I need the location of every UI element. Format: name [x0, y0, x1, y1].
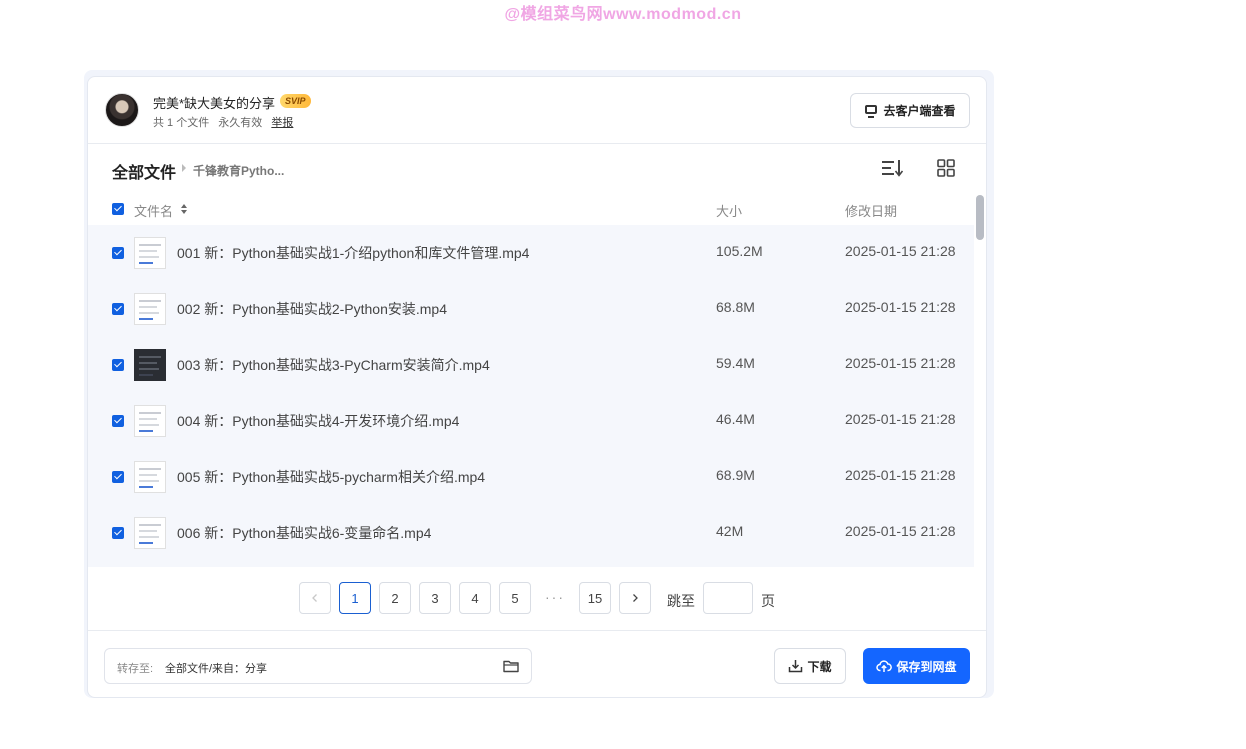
- save-path-label: 转存至:: [117, 663, 154, 675]
- share-panel: 完美*缺大美女的分享 SVIP 共 1 个文件 永久有效 举报 去客户端查看 全…: [87, 76, 987, 698]
- sort-caret-icon[interactable]: [181, 204, 187, 216]
- table-row[interactable]: 004 新：Python基础实战4-开发环境介绍.mp4 46.4M 2025-…: [88, 393, 974, 449]
- file-date: 2025-01-15 21:28: [845, 355, 956, 371]
- breadcrumb-current[interactable]: 千锋教育Pytho...: [193, 162, 284, 179]
- file-size: 46.4M: [716, 411, 755, 427]
- download-icon: [789, 660, 803, 673]
- row-checkbox[interactable]: [112, 247, 124, 259]
- table-header: 文件名 大小 修改日期: [88, 195, 974, 225]
- breadcrumb-separator-icon: [182, 164, 186, 172]
- file-date: 2025-01-15 21:28: [845, 411, 956, 427]
- video-thumbnail: [134, 405, 166, 437]
- file-name[interactable]: 004 新：Python基础实战4-开发环境介绍.mp4: [177, 411, 459, 431]
- row-checkbox[interactable]: [112, 415, 124, 427]
- next-page-button[interactable]: [619, 582, 651, 614]
- table-row[interactable]: 006 新：Python基础实战6-变量命名.mp4 42M 2025-01-1…: [88, 505, 974, 561]
- file-size: 105.2M: [716, 243, 763, 259]
- save-to-drive-button[interactable]: 保存到网盘: [863, 648, 970, 684]
- table-row[interactable]: 003 新：Python基础实战3-PyCharm安装简介.mp4 59.4M …: [88, 337, 974, 393]
- page-button-5[interactable]: 5: [499, 582, 531, 614]
- select-all-checkbox[interactable]: [112, 203, 124, 215]
- open-client-label: 去客户端查看: [883, 104, 956, 118]
- page-button-4[interactable]: 4: [459, 582, 491, 614]
- file-date: 2025-01-15 21:28: [845, 299, 956, 315]
- share-header: 完美*缺大美女的分享 SVIP 共 1 个文件 永久有效 举报 去客户端查看: [88, 77, 986, 144]
- file-name[interactable]: 006 新：Python基础实战6-变量命名.mp4: [177, 523, 431, 543]
- file-date: 2025-01-15 21:28: [845, 467, 956, 483]
- open-client-button[interactable]: 去客户端查看: [850, 93, 970, 128]
- prev-page-button[interactable]: [299, 582, 331, 614]
- chevron-left-icon: [312, 594, 317, 602]
- file-name[interactable]: 002 新：Python基础实战2-Python安装.mp4: [177, 299, 447, 319]
- page-button-last[interactable]: 15: [579, 582, 611, 614]
- table-row[interactable]: 005 新：Python基础实战5-pycharm相关介绍.mp4 68.9M …: [88, 449, 974, 505]
- avatar[interactable]: [105, 93, 139, 127]
- svip-badge: SVIP: [280, 94, 311, 108]
- file-name[interactable]: 005 新：Python基础实战5-pycharm相关介绍.mp4: [177, 467, 485, 487]
- file-size: 68.9M: [716, 467, 755, 483]
- report-link[interactable]: 举报: [271, 117, 293, 129]
- pagination: 1 2 3 4 5 ··· 15 跳至 页: [88, 582, 986, 616]
- video-thumbnail: [134, 349, 166, 381]
- table-row[interactable]: 001 新：Python基础实战1-介绍python和库文件管理.mp4 105…: [88, 225, 974, 281]
- page-button-2[interactable]: 2: [379, 582, 411, 614]
- video-thumbnail: [134, 293, 166, 325]
- file-date: 2025-01-15 21:28: [845, 243, 956, 259]
- row-checkbox[interactable]: [112, 303, 124, 315]
- table-row[interactable]: 002 新：Python基础实战2-Python安装.mp4 68.8M 202…: [88, 281, 974, 337]
- file-name[interactable]: 001 新：Python基础实战1-介绍python和库文件管理.mp4: [177, 243, 529, 263]
- page-button-1[interactable]: 1: [339, 582, 371, 614]
- folder-icon[interactable]: [503, 659, 519, 673]
- breadcrumb-root[interactable]: 全部文件: [112, 159, 176, 183]
- column-date-header: 修改日期: [845, 204, 898, 219]
- sort-icon[interactable]: [881, 159, 903, 177]
- chevron-right-icon: [633, 594, 638, 602]
- jump-label: 跳至: [667, 593, 695, 609]
- save-to-drive-label: 保存到网盘: [896, 659, 957, 674]
- pagination-ellipsis[interactable]: ···: [545, 589, 565, 605]
- grid-view-icon[interactable]: [937, 159, 955, 177]
- scrollbar-thumb[interactable]: [976, 195, 984, 240]
- file-list: 001 新：Python基础实战1-介绍python和库文件管理.mp4 105…: [88, 225, 974, 567]
- file-size: 68.8M: [716, 299, 755, 315]
- video-thumbnail: [134, 517, 166, 549]
- footer-bar: 转存至: 全部文件/来自：分享 下载 保存到网盘: [88, 630, 986, 697]
- watermark: @模组菜鸟网www.modmod.cn: [504, 6, 742, 23]
- monitor-icon: [864, 104, 878, 118]
- file-size: 59.4M: [716, 355, 755, 371]
- file-name[interactable]: 003 新：Python基础实战3-PyCharm安装简介.mp4: [177, 355, 490, 375]
- cloud-upload-icon: [876, 660, 893, 672]
- owner-name: 完美*缺大美女的分享: [153, 96, 276, 111]
- file-count: 共 1 个文件: [153, 117, 210, 129]
- file-size: 42M: [716, 523, 744, 539]
- share-meta: 共 1 个文件 永久有效 举报: [153, 114, 299, 130]
- validity: 永久有效: [218, 117, 263, 129]
- row-checkbox[interactable]: [112, 471, 124, 483]
- save-path-selector[interactable]: 转存至: 全部文件/来自：分享: [104, 648, 532, 684]
- jump-unit: 页: [761, 593, 775, 609]
- row-checkbox[interactable]: [112, 359, 124, 371]
- column-name-header[interactable]: 文件名: [134, 201, 173, 220]
- file-date: 2025-01-15 21:28: [845, 523, 956, 539]
- download-button[interactable]: 下载: [774, 648, 846, 684]
- save-path-value: 全部文件/来自：分享: [165, 663, 268, 675]
- jump-page-input[interactable]: [703, 582, 753, 614]
- row-checkbox[interactable]: [112, 527, 124, 539]
- download-label: 下载: [807, 659, 832, 674]
- column-size-header: 大小: [716, 204, 743, 219]
- page-button-3[interactable]: 3: [419, 582, 451, 614]
- video-thumbnail: [134, 237, 166, 269]
- video-thumbnail: [134, 461, 166, 493]
